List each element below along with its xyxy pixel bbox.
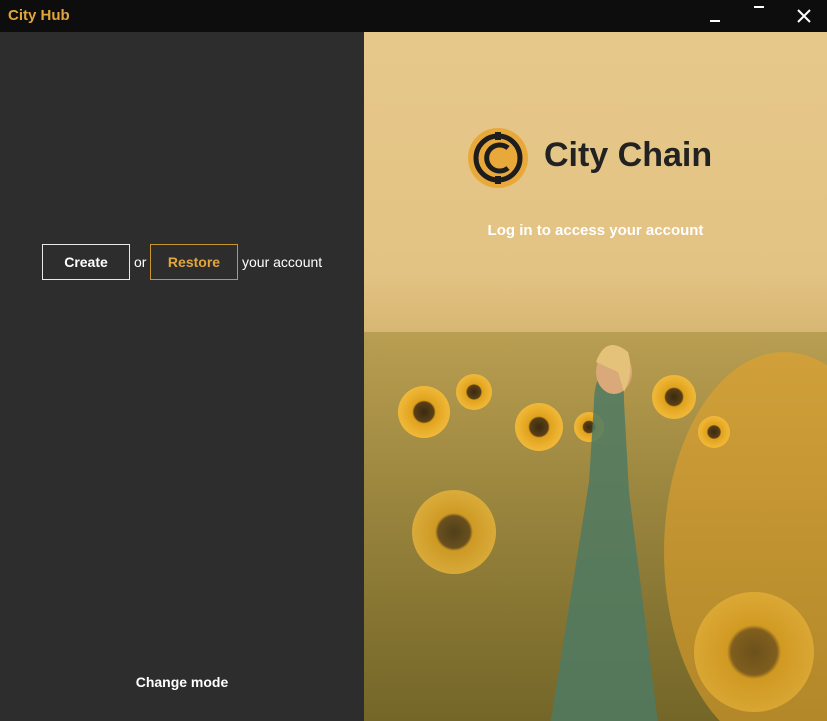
app-title: City Hub bbox=[8, 7, 70, 24]
title-bar: City Hub bbox=[0, 0, 827, 32]
maximize-icon[interactable] bbox=[737, 0, 781, 32]
minimize-icon[interactable] bbox=[693, 0, 737, 32]
your-account-text: your account bbox=[242, 254, 323, 270]
city-chain-logo: City Chain bbox=[468, 128, 728, 192]
hero-panel: City Chain Log in to access your account bbox=[364, 32, 827, 721]
change-mode-link[interactable]: Change mode bbox=[0, 674, 364, 690]
restore-button[interactable]: Restore bbox=[150, 244, 238, 280]
brand-name: City Chain bbox=[544, 136, 713, 174]
city-chain-logo-icon bbox=[468, 128, 528, 188]
close-icon[interactable] bbox=[782, 0, 826, 32]
or-text: or bbox=[134, 254, 147, 270]
create-button[interactable]: Create bbox=[42, 244, 130, 280]
account-panel: Create or Restore your account Change mo… bbox=[0, 32, 364, 721]
login-tagline: Log in to access your account bbox=[487, 222, 704, 239]
